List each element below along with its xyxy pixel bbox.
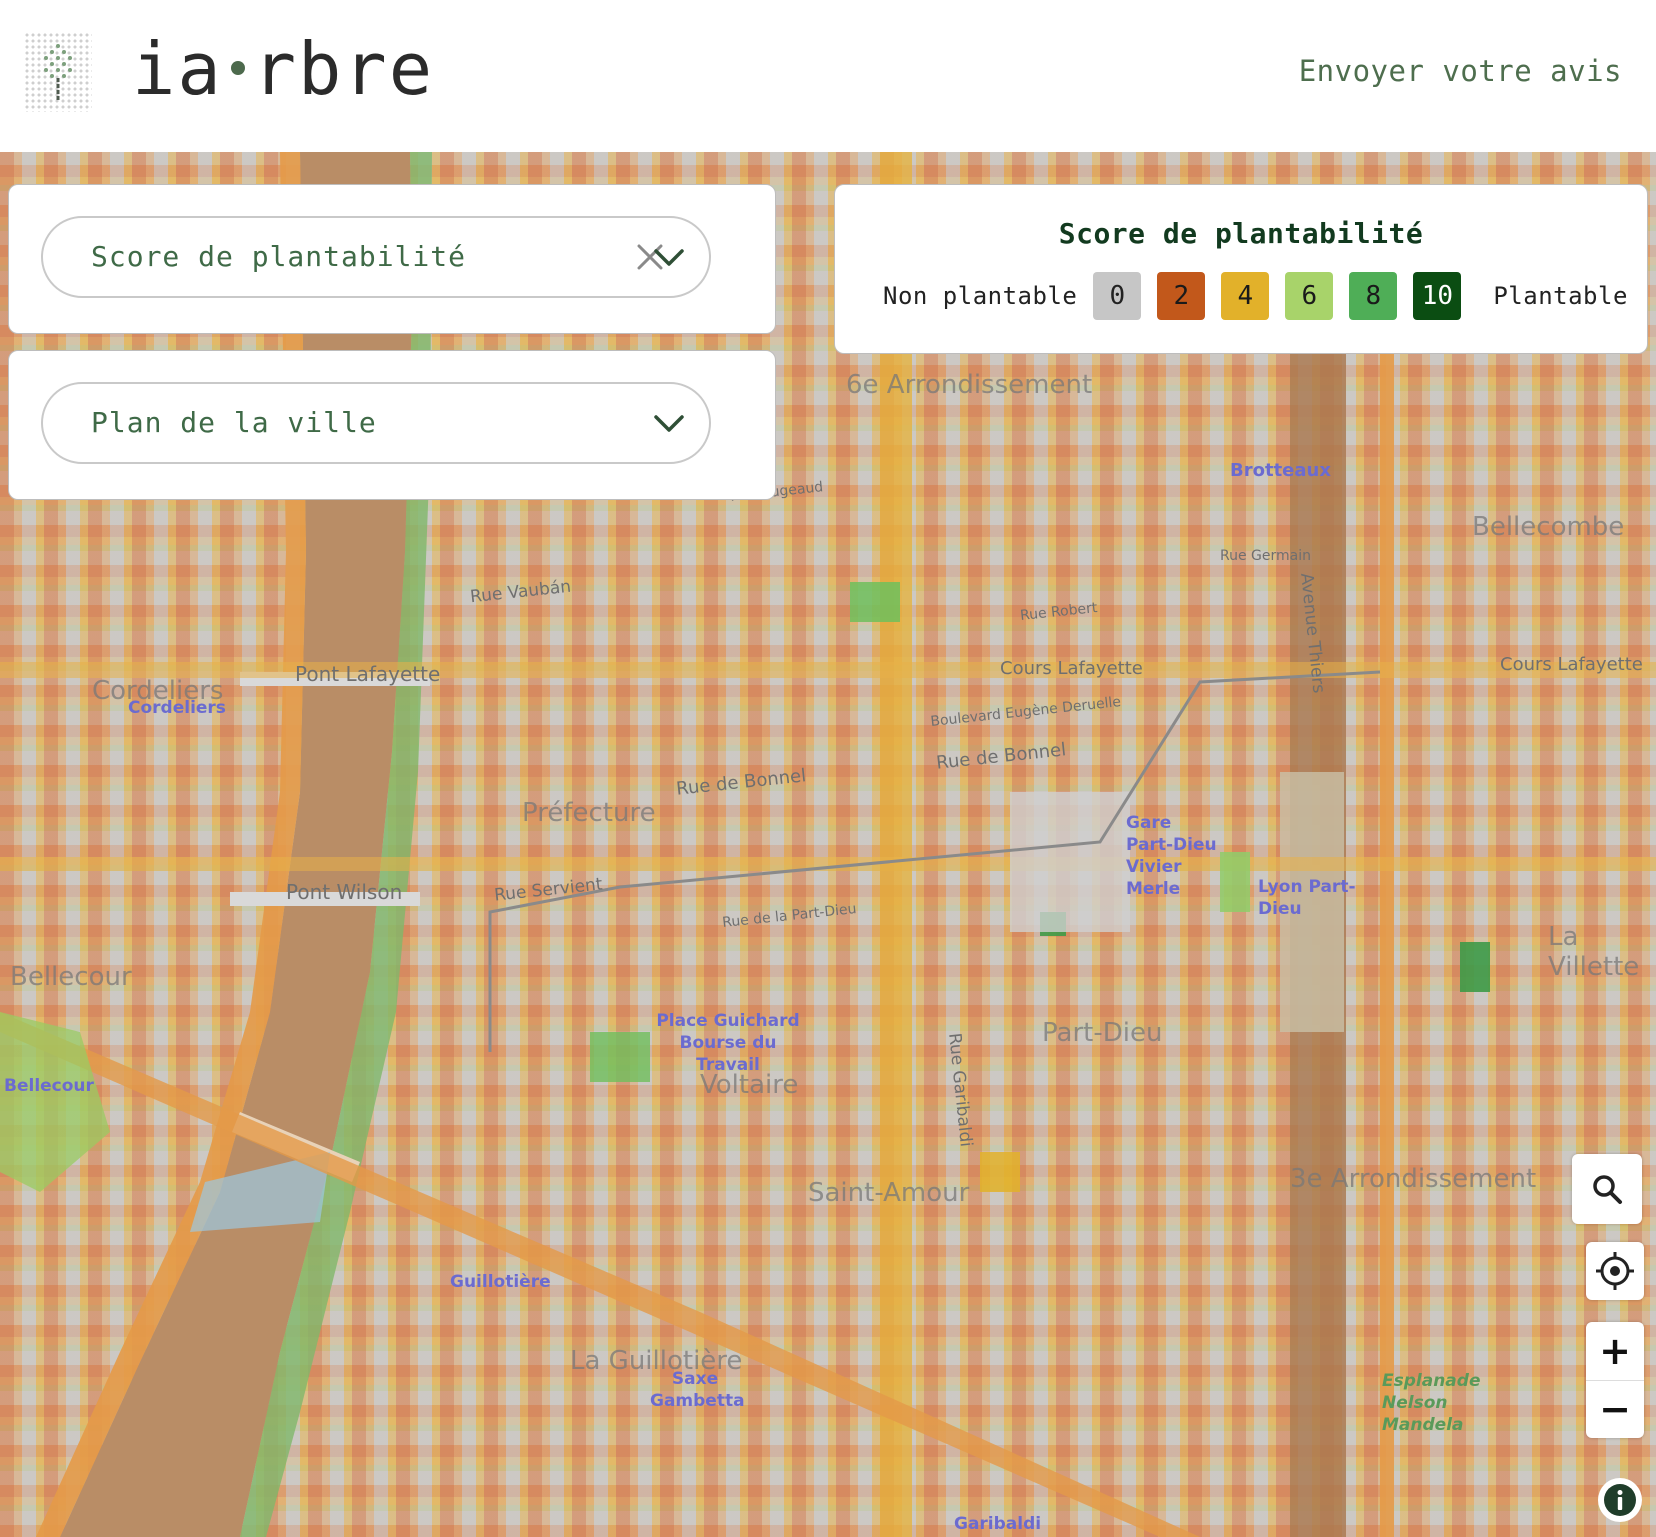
street-label: Cours Lafayette	[1500, 654, 1643, 675]
district-label: Bellecombe	[1472, 512, 1625, 542]
transit-stop-label: Bellecour	[4, 1076, 94, 1096]
logo-text-left: ia	[132, 27, 223, 111]
logo-text-right: rbre	[252, 27, 435, 111]
logo-dot	[230, 61, 245, 76]
street-label: Pont Wilson	[286, 880, 403, 904]
zoom-out-button[interactable]: −	[1586, 1380, 1644, 1438]
app-header: ia rbre Envoyer votre avis	[0, 0, 1656, 152]
chevron-down-icon[interactable]	[653, 244, 685, 270]
search-button[interactable]	[1572, 1154, 1642, 1224]
district-label: Bellecour	[10, 962, 132, 992]
street-label: Rue Germain	[1220, 548, 1311, 564]
legend-panel: Score de plantabilité Non plantable 0246…	[834, 184, 1648, 354]
district-label: Préfecture	[522, 798, 656, 828]
info-button[interactable]	[1598, 1478, 1642, 1522]
transit-stop-label: Cordeliers	[128, 698, 226, 718]
legend-swatch-0: 0	[1093, 272, 1142, 320]
chevron-down-icon[interactable]	[653, 410, 685, 436]
street-label: Pont Lafayette	[295, 662, 441, 686]
transit-stop-label: Place Guichard Bourse du Travail	[656, 1011, 800, 1075]
search-icon	[1593, 1175, 1622, 1204]
district-label: Part-Dieu	[1042, 1018, 1163, 1048]
transit-stop-label: Lyon Part-Dieu	[1258, 877, 1356, 919]
legend-max-label: Plantable	[1493, 282, 1628, 310]
locate-icon	[1596, 1252, 1634, 1290]
district-label: Saint-Amour	[808, 1178, 970, 1208]
logo-tree-icon	[24, 32, 92, 112]
logo-wordmark: ia rbre	[132, 26, 434, 112]
layer-select-value: Score de plantabilité	[91, 240, 467, 273]
basemap-select-value: Plan de la ville	[91, 406, 377, 439]
legend-swatch-4: 4	[1221, 272, 1270, 320]
basemap-select-panel: Plan de la ville	[8, 350, 776, 500]
legend-swatch-8: 8	[1349, 272, 1398, 320]
street-label: Cours Lafayette	[1000, 658, 1143, 679]
district-label: Brotteaux	[1230, 460, 1331, 481]
legend-swatch-6: 6	[1285, 272, 1334, 320]
district-label: 6e Arrondissement	[846, 370, 1093, 400]
layer-select-panel: Score de plantabilité	[8, 184, 776, 334]
transit-stop-label: Garibaldi	[954, 1514, 1042, 1534]
transit-stop-label: Saxe Gambetta	[650, 1369, 745, 1411]
legend-title: Score de plantabilité	[1058, 217, 1424, 250]
legend-swatch-10: 10	[1413, 272, 1462, 320]
layer-select[interactable]: Score de plantabilité	[41, 216, 711, 298]
transit-stop-label: Guillotière	[450, 1272, 551, 1292]
legend-scale: Non plantable 0 2 4 6 8 10 Plantable	[883, 271, 1628, 321]
district-label: La Villette	[1548, 922, 1640, 982]
district-label: 3e Arrondissement	[1290, 1164, 1537, 1194]
legend-min-label: Non plantable	[883, 282, 1078, 310]
transit-stop-label: Gare Part-Dieu Vivier Merle	[1126, 813, 1217, 899]
feedback-link[interactable]: Envoyer votre avis	[1299, 54, 1622, 88]
legend-swatches: 0 2 4 6 8 10	[1093, 272, 1462, 320]
info-icon	[1604, 1484, 1636, 1516]
zoom-control: + −	[1586, 1322, 1644, 1438]
locate-button[interactable]	[1586, 1242, 1644, 1300]
basemap-select[interactable]: Plan de la ville	[41, 382, 711, 464]
zoom-in-button[interactable]: +	[1586, 1322, 1644, 1380]
legend-swatch-2: 2	[1157, 272, 1206, 320]
transit-stop-label: Esplanade Nelson Mandela	[1382, 1371, 1481, 1435]
